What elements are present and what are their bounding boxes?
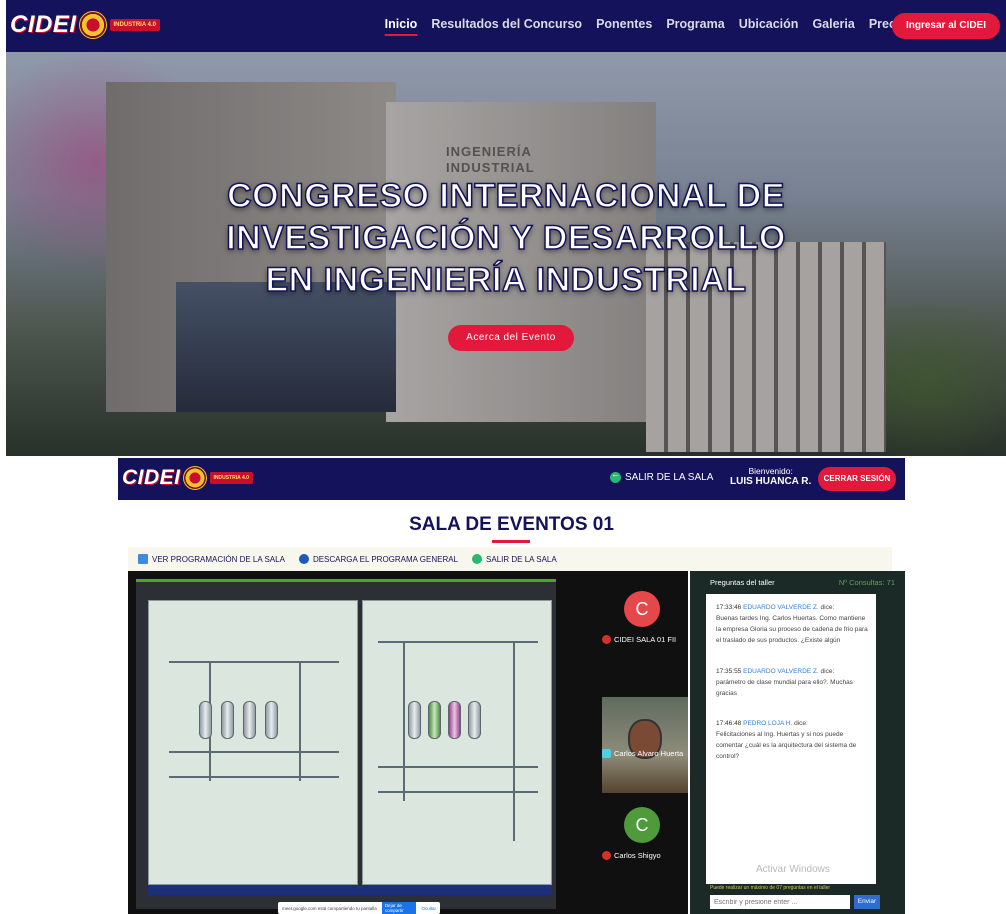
windows-watermark: Activar Windows bbox=[756, 864, 830, 875]
video-conference: meet.google.com está compartiendo tu pan… bbox=[128, 571, 688, 914]
avatar: C bbox=[624, 807, 660, 843]
participants-strip: C CIDEI SALA 01 FII Carlos Alvaro Huerta… bbox=[602, 579, 688, 909]
message-text: Felicitaciones al Ing. Huertas y si nos … bbox=[716, 731, 857, 760]
stop-share-button[interactable]: Dejar de compartir bbox=[381, 902, 417, 914]
participant-name-row: Carlos Alvaro Huerta bbox=[602, 749, 688, 758]
logo-badge: INDUSTRIA 4.0 bbox=[109, 19, 160, 31]
seal-icon bbox=[182, 466, 207, 490]
screen-share-bar: meet.google.com está compartiendo tu pan… bbox=[278, 902, 440, 914]
hero-title: CONGRESO INTERNACIONAL DE INVESTIGACIÓN … bbox=[126, 175, 886, 301]
logo-badge: INDUSTRIA 4.0 bbox=[209, 472, 253, 484]
message-time: 17:46:48 bbox=[716, 720, 742, 727]
site-logo[interactable]: CIDEI INDUSTRIA 4.0 bbox=[10, 11, 160, 39]
hero-banner: INGENIERÍA INDUSTRIAL CONGRESO INTERNACI… bbox=[6, 52, 1006, 456]
download-program-link[interactable]: DESCARGA EL PROGRAMA GENERAL bbox=[298, 554, 459, 564]
app-navbar: CIDEI INDUSTRIA 4.0 SALIR DE LA SALA Bie… bbox=[118, 458, 905, 500]
participant-name-row: CIDEI SALA 01 FII bbox=[602, 635, 688, 644]
avatar: C bbox=[624, 591, 660, 627]
logout-button[interactable]: CERRAR SESIÓN bbox=[818, 467, 896, 491]
hero-title-line: CONGRESO INTERNACIONAL DE bbox=[226, 176, 785, 216]
participant-tile[interactable]: C CIDEI SALA 01 FII bbox=[602, 579, 688, 649]
landing-page: INGENIERÍA INDUSTRIAL CONGRESO INTERNACI… bbox=[6, 0, 1006, 456]
participant-name: Carlos Alvaro Huerta bbox=[614, 749, 684, 758]
nav-link-inicio[interactable]: Inicio bbox=[385, 17, 418, 31]
send-button[interactable]: Enviar bbox=[854, 895, 880, 909]
exit-icon bbox=[610, 469, 621, 483]
process-diagram-left bbox=[148, 600, 358, 885]
chat-message: 17:33:46 EDUARDO VALVERDE Z. dice: Buena… bbox=[716, 602, 872, 646]
speaking-icon bbox=[602, 749, 611, 758]
process-diagram-right bbox=[362, 600, 552, 885]
questions-limit-note: Puede realizar un máximo de 07 preguntas… bbox=[710, 885, 831, 891]
participant-video[interactable]: Carlos Alvaro Huerta bbox=[602, 697, 688, 793]
questions-header-label: Preguntas del taller bbox=[710, 578, 775, 587]
view-schedule-label: VER PROGRAMACIÓN DE LA SALA bbox=[152, 554, 285, 564]
participant-name-row: Carlos Shigyo bbox=[602, 851, 688, 860]
room-toolbar: VER PROGRAMACIÓN DE LA SALA DESCARGA EL … bbox=[128, 547, 892, 571]
exit-room-toolbar-label: SALIR DE LA SALA bbox=[486, 554, 557, 564]
screen-share bbox=[136, 579, 556, 909]
app-logo[interactable]: CIDEI INDUSTRIA 4.0 bbox=[122, 466, 253, 490]
nav-link-resultados[interactable]: Resultados del Concurso bbox=[431, 17, 582, 31]
view-schedule-link[interactable]: VER PROGRAMACIÓN DE LA SALA bbox=[138, 554, 285, 564]
hide-share-bar-button[interactable]: Ocultar bbox=[421, 906, 436, 911]
site-navbar: CIDEI INDUSTRIA 4.0 Inicio Resultados de… bbox=[6, 0, 1006, 52]
about-event-button[interactable]: Acerca del Evento bbox=[448, 325, 574, 351]
logo-text: CIDEI bbox=[122, 466, 181, 489]
message-says: dice: bbox=[820, 604, 835, 611]
seal-icon bbox=[78, 11, 107, 39]
participant-name: Carlos Shigyo bbox=[614, 851, 661, 860]
message-time: 17:33:46 bbox=[716, 604, 742, 611]
download-icon bbox=[298, 554, 309, 564]
exit-icon bbox=[472, 554, 483, 564]
participant-name: CIDEI SALA 01 FII bbox=[614, 635, 677, 644]
chat-message: 17:35:55 EDUARDO VALVERDE Z. dice: parám… bbox=[716, 666, 872, 699]
nav-link-ponentes[interactable]: Ponentes bbox=[596, 17, 652, 31]
shared-taskbar bbox=[148, 885, 552, 895]
calendar-icon bbox=[138, 554, 148, 564]
nav-links: Inicio Resultados del Concurso Ponentes … bbox=[385, 17, 914, 31]
share-status-text: meet.google.com está compartiendo tu pan… bbox=[282, 905, 377, 911]
nav-link-programa[interactable]: Programa bbox=[666, 17, 724, 31]
questions-header: Preguntas del taller Nº Consultas: 71 bbox=[690, 578, 905, 594]
mic-off-icon bbox=[602, 851, 611, 860]
questions-panel: Preguntas del taller Nº Consultas: 71 17… bbox=[690, 571, 905, 914]
page-title: SALA DE EVENTOS 01 bbox=[409, 514, 614, 535]
user-name: LUIS HUANCA R. bbox=[730, 476, 812, 487]
message-time: 17:35:55 bbox=[716, 668, 742, 675]
participant-tile[interactable]: C Carlos Shigyo bbox=[602, 801, 688, 871]
nav-link-galeria[interactable]: Galeria bbox=[812, 17, 854, 31]
nav-link-ubicacion[interactable]: Ubicación bbox=[739, 17, 799, 31]
questions-list[interactable]: 17:33:46 EDUARDO VALVERDE Z. dice: Buena… bbox=[706, 594, 876, 884]
download-program-label: DESCARGA EL PROGRAMA GENERAL bbox=[312, 554, 459, 564]
message-author: PEDRO LOJA H. bbox=[743, 720, 793, 727]
welcome-block: Bienvenido: LUIS HUANCA R. bbox=[730, 466, 811, 487]
exit-room-toolbar-link[interactable]: SALIR DE LA SALA bbox=[472, 554, 557, 564]
message-text: parámetro de clase mundial para ello?. M… bbox=[716, 679, 853, 697]
logo-text: CIDEI bbox=[10, 11, 77, 38]
login-button[interactable]: Ingresar al CIDEI bbox=[891, 13, 1000, 39]
hero-title-line: EN INGENIERÍA INDUSTRIAL bbox=[265, 260, 747, 300]
exit-room-link[interactable]: SALIR DE LA SALA bbox=[610, 469, 714, 483]
mic-off-icon bbox=[602, 635, 611, 644]
message-author: EDUARDO VALVERDE Z. bbox=[743, 668, 819, 675]
question-input[interactable] bbox=[710, 895, 850, 909]
chat-message: 17:46:48 PEDRO LOJA H. dice: Felicitacio… bbox=[716, 718, 872, 762]
message-says: dice: bbox=[794, 720, 808, 727]
message-says: dice: bbox=[820, 668, 835, 675]
questions-count: Nº Consultas: 71 bbox=[838, 578, 895, 587]
event-room-page: CIDEI INDUSTRIA 4.0 SALIR DE LA SALA Bie… bbox=[118, 458, 905, 914]
message-text: Buenas tardes Ing. Carlos Huertas. Como … bbox=[716, 615, 868, 644]
title-underline bbox=[492, 540, 530, 543]
welcome-label: Bienvenido: bbox=[748, 466, 793, 476]
exit-room-label: SALIR DE LA SALA bbox=[625, 472, 714, 483]
message-author: EDUARDO VALVERDE Z. bbox=[743, 604, 819, 611]
hero-title-line: INVESTIGACIÓN Y DESARROLLO bbox=[225, 218, 786, 258]
